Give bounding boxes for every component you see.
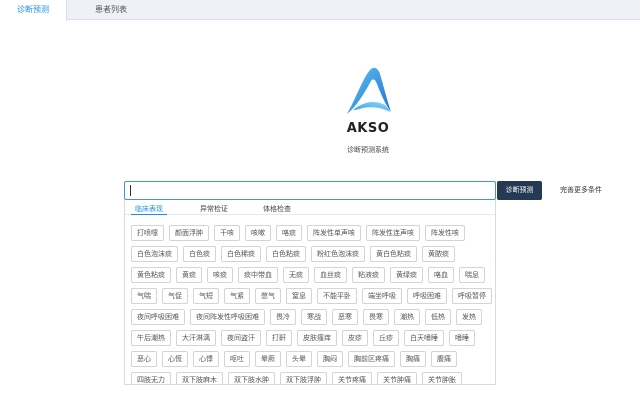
symptom-tag[interactable]: 咯痰 [276, 225, 302, 241]
symptom-tag[interactable]: 夜间阵发性呼吸困难 [190, 309, 265, 325]
tag-row: 白色泡沫痰 白色痰 白色稀痰 白色粘痰 粉红色泡沫痰 黄白色粘痰 黄脓痰 [131, 246, 491, 262]
active-tab-underline [131, 214, 167, 215]
symptom-tag[interactable]: 气紧 [224, 288, 250, 304]
panel-tab-divider [125, 214, 495, 215]
tag-row: 午后潮热 大汗淋漓 夜间盗汗 打鼾 皮肤瘙痒 皮疹 丘疹 白天嗜睡 嗜睡 [131, 330, 491, 346]
symptom-tag[interactable]: 阵发性咳 [425, 225, 465, 241]
symptom-tag[interactable]: 颜面浮肿 [169, 225, 209, 241]
symptom-tag[interactable]: 白天嗜睡 [404, 330, 444, 346]
symptom-tag[interactable]: 呕吐 [224, 351, 250, 367]
symptom-tag[interactable]: 夜间盗汗 [221, 330, 261, 346]
symptom-tag[interactable]: 发热 [456, 309, 482, 325]
symptom-tag[interactable]: 咯血 [428, 267, 454, 283]
more-conditions-link[interactable]: 完善更多条件 [560, 185, 602, 195]
symptom-tag[interactable]: 打喷嚏 [131, 225, 164, 241]
symptom-tag[interactable]: 咳嗽 [245, 225, 271, 241]
symptom-tag-list: 打喷嚏 颜面浮肿 干咳 咳嗽 咯痰 阵发性单声咳 阵发性连声咳 阵发性咳 白色泡沫痰 白色痰 白色稀… [131, 225, 492, 384]
symptom-tag[interactable]: 低热 [425, 309, 451, 325]
symptom-tag[interactable]: 午后潮热 [131, 330, 171, 346]
symptom-tag[interactable]: 关节肿胀 [422, 372, 462, 384]
symptom-tag[interactable]: 气短 [193, 288, 219, 304]
symptom-tag[interactable]: 粉红色泡沫痰 [311, 246, 365, 262]
tab-diagnosis-prediction[interactable]: 诊断预测 [0, 0, 67, 21]
symptom-tag[interactable]: 粘液痰 [352, 267, 385, 283]
tag-row: 夜间呼吸困难 夜间阵发性呼吸困难 畏冷 寒战 恶寒 畏寒 潮热 低热 发热 [131, 309, 491, 325]
symptom-tag[interactable]: 黄白色粘痰 [370, 246, 417, 262]
suggestion-panel: 临床表现 异常检证 体格检查 打喷嚏 颜面浮肿 干咳 咳嗽 咯痰 阵发性单声咳 阵发性连声咳… [124, 200, 496, 385]
brand-name: AKSO [346, 121, 390, 136]
symptom-tag[interactable]: 阵发性单声咳 [307, 225, 361, 241]
symptom-tag[interactable]: 打鼾 [266, 330, 292, 346]
symptom-tag[interactable]: 头晕 [286, 351, 312, 367]
panel-tab-clinical[interactable]: 临床表现 [125, 204, 173, 214]
symptom-tag[interactable]: 恶心 [131, 351, 157, 367]
top-tab-bar: 诊断预测 患者列表 [0, 0, 640, 21]
symptom-tag[interactable]: 夜间呼吸困难 [131, 309, 185, 325]
symptom-tag[interactable]: 腹痛 [431, 351, 457, 367]
system-subtitle: 诊断预测系统 [347, 146, 389, 154]
symptom-tag[interactable]: 气促 [162, 288, 188, 304]
tag-row: 打喷嚏 颜面浮肿 干咳 咳嗽 咯痰 阵发性单声咳 阵发性连声咳 阵发性咳 [131, 225, 491, 241]
symptom-tag[interactable]: 潮热 [394, 309, 420, 325]
symptom-tag[interactable]: 恶寒 [332, 309, 358, 325]
symptom-tag[interactable]: 黄脓痰 [422, 246, 455, 262]
tag-row: 四肢无力 双下肢麻木 双下肢水肿 双下肢浮肿 关节疼痛 关节肿痛 关节肿胀 [131, 372, 491, 384]
symptom-tag[interactable]: 痰中带血 [238, 267, 278, 283]
symptom-tag[interactable]: 双下肢麻木 [176, 372, 223, 384]
symptom-tag[interactable]: 双下肢水肿 [228, 372, 275, 384]
symptom-tag[interactable]: 畏冷 [270, 309, 296, 325]
symptom-tag[interactable]: 不能平卧 [317, 288, 357, 304]
symptom-tag[interactable]: 关节肿痛 [377, 372, 417, 384]
symptom-tag[interactable]: 白色稀痰 [221, 246, 261, 262]
symptom-tag[interactable]: 胸前区疼痛 [348, 351, 395, 367]
symptom-tag[interactable]: 呼吸困难 [407, 288, 447, 304]
diagnose-button[interactable]: 诊断预测 [497, 181, 542, 200]
symptom-tag[interactable]: 阵发性连声咳 [366, 225, 420, 241]
text-caret [130, 185, 131, 196]
symptom-tag[interactable]: 憋气 [255, 288, 281, 304]
akso-logo-icon [347, 67, 391, 114]
panel-tab-physical-exam[interactable]: 体格检查 [263, 204, 291, 214]
tab-patient-list[interactable]: 患者列表 [68, 0, 154, 20]
symptom-tag[interactable]: 心悸 [193, 351, 219, 367]
tag-row: 恶心 心慌 心悸 呕吐 晕厥 头晕 胸闷 胸前区疼痛 胸痛 腹痛 [131, 351, 491, 367]
symptom-tag[interactable]: 端坐呼吸 [362, 288, 402, 304]
panel-tab-abnormal[interactable]: 异常检证 [200, 204, 228, 214]
symptom-tag[interactable]: 胸闷 [317, 351, 343, 367]
symptom-tag[interactable]: 关节疼痛 [332, 372, 372, 384]
symptom-tag[interactable]: 大汗淋漓 [176, 330, 216, 346]
symptom-tag[interactable]: 干咳 [214, 225, 240, 241]
symptom-tag[interactable]: 畏寒 [363, 309, 389, 325]
symptom-tag[interactable]: 血丝痰 [314, 267, 347, 283]
symptom-tag[interactable]: 黄绿痰 [390, 267, 423, 283]
symptom-tag[interactable]: 嗜睡 [449, 330, 475, 346]
symptom-tag[interactable]: 咳痰 [207, 267, 233, 283]
symptom-tag[interactable]: 丘疹 [373, 330, 399, 346]
symptom-tag[interactable]: 皮肤瘙痒 [297, 330, 337, 346]
symptom-tag[interactable]: 皮疹 [342, 330, 368, 346]
tag-row: 气喘 气促 气短 气紧 憋气 窒息 不能平卧 端坐呼吸 呼吸困难 呼吸暂停 [131, 288, 492, 304]
symptom-tag[interactable]: 黄痰 [176, 267, 202, 283]
symptom-tag[interactable]: 窒息 [286, 288, 312, 304]
symptom-tag[interactable]: 白色粘痰 [266, 246, 306, 262]
symptom-tag[interactable]: 心慌 [162, 351, 188, 367]
symptom-tag[interactable]: 无痰 [283, 267, 309, 283]
symptom-tag[interactable]: 寒战 [301, 309, 327, 325]
symptom-tag[interactable]: 晕厥 [255, 351, 281, 367]
symptom-tag[interactable]: 黄色粘痰 [131, 267, 171, 283]
symptom-tag[interactable]: 胸痛 [400, 351, 426, 367]
symptom-tag[interactable]: 双下肢浮肿 [280, 372, 327, 384]
tag-row: 黄色粘痰 黄痰 咳痰 痰中带血 无痰 血丝痰 粘液痰 黄绿痰 咯血 喘息 [131, 267, 491, 283]
symptom-tag[interactable]: 喘息 [459, 267, 485, 283]
symptom-search-input[interactable] [124, 181, 496, 200]
symptom-tag[interactable]: 呼吸暂停 [452, 288, 492, 304]
symptom-tag[interactable]: 白色痰 [183, 246, 216, 262]
symptom-tag[interactable]: 气喘 [131, 288, 157, 304]
symptom-tag[interactable]: 四肢无力 [131, 372, 171, 384]
symptom-tag[interactable]: 白色泡沫痰 [131, 246, 178, 262]
